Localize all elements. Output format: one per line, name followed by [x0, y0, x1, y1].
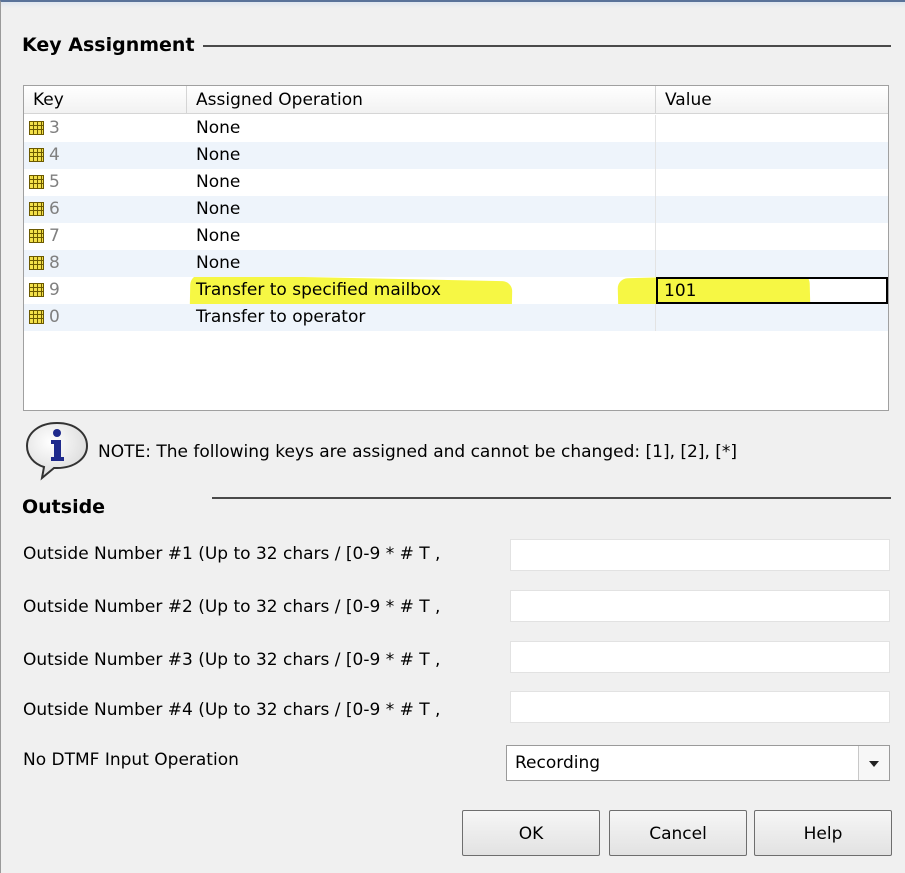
- outside-number-2-label: Outside Number #2 (Up to 32 chars / [0-9…: [23, 597, 441, 617]
- row-value[interactable]: [655, 115, 888, 142]
- help-button[interactable]: Help: [754, 810, 892, 856]
- key-assignment-group-line: [201, 45, 891, 47]
- row-operation[interactable]: None: [196, 196, 651, 223]
- row-value[interactable]: [655, 169, 888, 196]
- outside-title: Outside: [22, 496, 114, 518]
- outside-number-1-input[interactable]: [510, 539, 890, 571]
- outside-number-4-input[interactable]: [510, 691, 890, 723]
- row-key: 4: [49, 145, 60, 165]
- row-operation[interactable]: Transfer to specified mailbox: [196, 277, 651, 304]
- dropdown-button[interactable]: [858, 746, 889, 780]
- table-row[interactable]: 7 None: [24, 223, 888, 250]
- keypad-icon: [29, 175, 44, 189]
- row-key: 5: [49, 172, 60, 192]
- table-row[interactable]: 3 None: [24, 115, 888, 142]
- ok-button[interactable]: OK: [462, 810, 600, 856]
- outside-number-3-input[interactable]: [510, 641, 890, 673]
- row-operation[interactable]: None: [196, 169, 651, 196]
- row-value[interactable]: [655, 142, 888, 169]
- column-header-operation[interactable]: Assigned Operation: [186, 86, 654, 114]
- row-operation[interactable]: None: [196, 115, 651, 142]
- note-text: NOTE: The following keys are assigned an…: [98, 442, 738, 462]
- keypad-icon: [29, 229, 44, 243]
- table-row[interactable]: 0 Transfer to operator: [24, 304, 888, 331]
- row-value[interactable]: [655, 304, 888, 331]
- table-row-selected[interactable]: 9 Transfer to specified mailbox: [24, 277, 888, 304]
- row-key: 3: [49, 118, 60, 138]
- keypad-icon: [29, 148, 44, 162]
- value-edit-input[interactable]: [656, 277, 888, 304]
- outside-group-line: [212, 497, 891, 499]
- table-row[interactable]: 4 None: [24, 142, 888, 169]
- row-key: 9: [49, 280, 60, 300]
- row-operation[interactable]: None: [196, 223, 651, 250]
- keypad-icon: [29, 121, 44, 135]
- row-value[interactable]: [655, 250, 888, 277]
- row-operation[interactable]: None: [196, 142, 651, 169]
- keypad-icon: [29, 310, 44, 324]
- outside-number-1-label: Outside Number #1 (Up to 32 chars / [0-9…: [23, 544, 441, 564]
- key-assignment-title: Key Assignment: [22, 34, 203, 56]
- row-operation[interactable]: Transfer to operator: [196, 304, 651, 331]
- row-key: 7: [49, 226, 60, 246]
- dialog-top-edge: [1, 2, 905, 8]
- table-row[interactable]: 8 None: [24, 250, 888, 277]
- outside-number-4-label: Outside Number #4 (Up to 32 chars / [0-9…: [23, 700, 441, 720]
- key-assignment-table[interactable]: Key Assigned Operation Value 3 None 4 No…: [23, 85, 889, 411]
- chevron-down-icon: [869, 761, 879, 767]
- column-header-value[interactable]: Value: [655, 86, 888, 114]
- row-value[interactable]: [655, 223, 888, 250]
- keypad-icon: [29, 202, 44, 216]
- table-row[interactable]: 6 None: [24, 196, 888, 223]
- table-row[interactable]: 5 None: [24, 169, 888, 196]
- table-header: Key Assigned Operation Value: [24, 86, 888, 114]
- no-dtmf-select[interactable]: Recording: [506, 745, 890, 781]
- row-operation[interactable]: None: [196, 250, 651, 277]
- column-header-key[interactable]: Key: [24, 86, 184, 114]
- cancel-button[interactable]: Cancel: [609, 810, 747, 856]
- row-key: 6: [49, 199, 60, 219]
- outside-number-3-label: Outside Number #3 (Up to 32 chars / [0-9…: [23, 650, 441, 670]
- row-key: 0: [49, 307, 60, 327]
- outside-number-2-input[interactable]: [510, 590, 890, 622]
- keypad-icon: [29, 283, 44, 297]
- no-dtmf-selected-value: Recording: [515, 753, 601, 773]
- row-key: 8: [49, 253, 60, 273]
- key-assignment-dialog: Key Assignment Key Assigned Operation Va…: [0, 0, 905, 873]
- info-icon: [25, 421, 89, 481]
- no-dtmf-label: No DTMF Input Operation: [23, 750, 239, 770]
- row-value[interactable]: [655, 196, 888, 223]
- keypad-icon: [29, 256, 44, 270]
